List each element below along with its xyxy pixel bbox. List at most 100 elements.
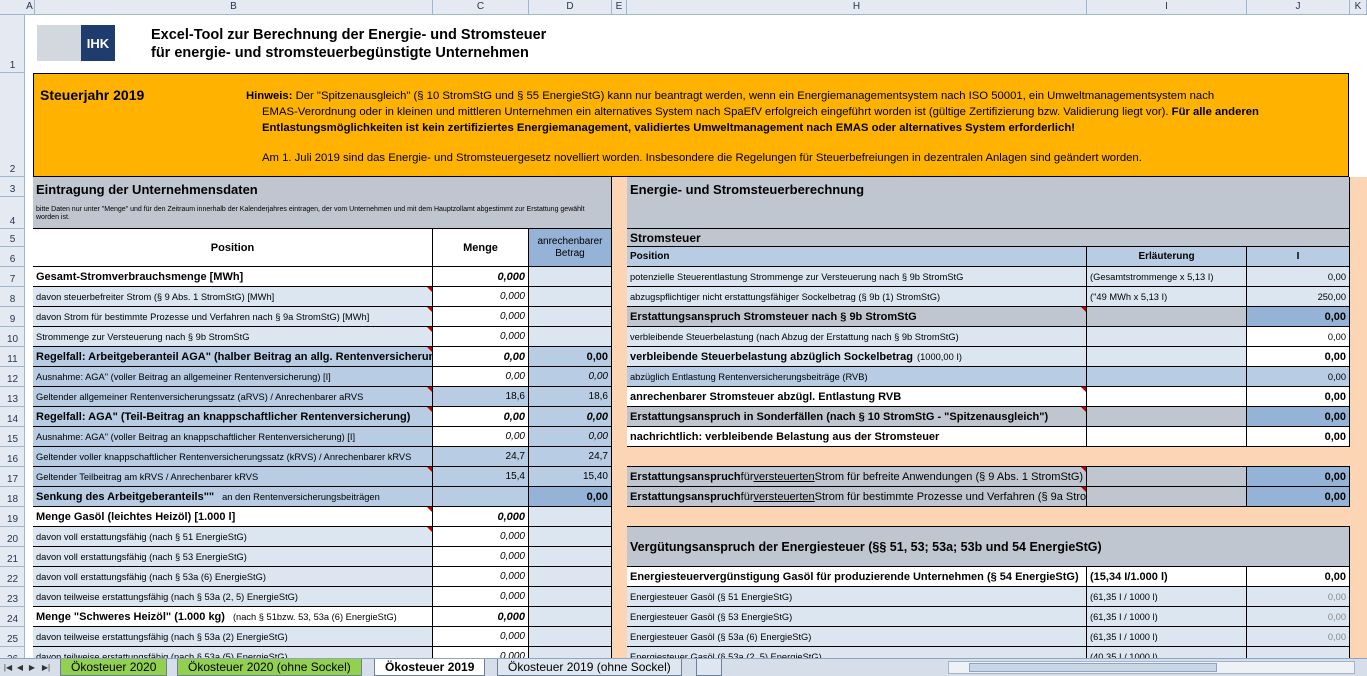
row-header[interactable]: 9	[0, 307, 24, 327]
calc-label-mid: für	[740, 470, 754, 483]
hint-text-1: Der "Spitzenausgleich" (§ 10 StromStG un…	[292, 90, 1215, 102]
row-header[interactable]: 17	[0, 467, 24, 487]
menge-input[interactable]: 0,000	[433, 507, 529, 527]
first-sheet-button[interactable]: |◀	[2, 661, 14, 674]
calc-label: verbleibende Steuerbelastung (nach Abzug…	[627, 327, 1087, 347]
menge-input[interactable]: 24,7	[433, 447, 529, 467]
calc-value: 0,00	[1247, 347, 1350, 367]
menge-input[interactable]: 0,00	[433, 427, 529, 447]
menge-input[interactable]: 0,000	[433, 287, 529, 307]
tab-oekosteuer-2019[interactable]: Ökosteuer 2019	[374, 659, 486, 676]
insert-sheet-icon[interactable]	[696, 659, 722, 676]
row-header[interactable]: 16	[0, 447, 24, 467]
calc-label: Energiesteuer Gasöl (§ 53a (2, 5) Energi…	[627, 647, 1087, 658]
menge-input[interactable]: 0,000	[433, 527, 529, 547]
column-header-k[interactable]: K	[1350, 0, 1367, 15]
tab-oekosteuer-2020-ohne-sockel[interactable]: Ökosteuer 2020 (ohne Sockel)	[177, 659, 362, 676]
prev-sheet-button[interactable]: ◀	[14, 661, 26, 674]
menge-input[interactable]: 0,000	[433, 547, 529, 567]
calc-label: nachrichtlich: verbleibende Belastung au…	[627, 427, 1087, 447]
last-sheet-button[interactable]: ▶|	[40, 661, 52, 674]
calc-value	[1247, 647, 1350, 658]
menge-input[interactable]: 0,000	[433, 607, 529, 627]
menge-input[interactable]: 0,000	[433, 567, 529, 587]
row-header[interactable]: 18	[0, 487, 24, 507]
row-header[interactable]: 19	[0, 507, 24, 527]
column-header-a[interactable]: A	[25, 0, 35, 15]
row-label-text: davon voll erstattungsfähig (nach § 51 E…	[36, 531, 247, 542]
calc-value: 0,00	[1247, 407, 1350, 427]
menge-input[interactable]: 0,00	[433, 407, 529, 427]
table-row: davon teilweise erstattungsfähig (nach §…	[33, 587, 612, 607]
row-header[interactable]: 4	[0, 197, 24, 229]
row-header[interactable]: 5	[0, 229, 24, 247]
column-header-j[interactable]: J	[1247, 0, 1350, 15]
calc-value: 0,00	[1247, 387, 1350, 407]
row-header[interactable]: 15	[0, 427, 24, 447]
row-header[interactable]: 26	[0, 647, 24, 658]
row-header[interactable]: 8	[0, 287, 24, 307]
menge-input[interactable]: 0,000	[433, 647, 529, 658]
row-header[interactable]: 12	[0, 367, 24, 387]
next-sheet-button[interactable]: ▶	[26, 661, 38, 674]
betrag-value	[529, 307, 612, 327]
table-row	[627, 447, 1350, 467]
row-header[interactable]: 7	[0, 267, 24, 287]
menge-input[interactable]: 0,00	[433, 367, 529, 387]
tab-oekosteuer-2019-ohne-sockel[interactable]: Ökosteuer 2019 (ohne Sockel)	[497, 659, 682, 676]
betrag-value	[529, 587, 612, 607]
column-header-i[interactable]: I	[1087, 0, 1247, 15]
table-row: abzüglich Entlastung Rentenversicherungs…	[627, 367, 1350, 387]
calc-label: potenzielle Steuerentlastung Strommenge …	[627, 267, 1087, 287]
table-row: Menge Gasöl (leichtes Heizöl) [1.000 l] 0…	[33, 507, 612, 527]
column-header-h[interactable]: H	[627, 0, 1087, 15]
calc-label: abzüglich Entlastung Rentenversicherungs…	[627, 367, 1087, 387]
row-header[interactable]: 23	[0, 587, 24, 607]
row-header[interactable]: 22	[0, 567, 24, 587]
row-label: davon steuerbefreiter Strom (§ 9 Abs. 1 …	[33, 287, 433, 307]
menge-input[interactable]: 18,6	[433, 387, 529, 407]
column-header-d[interactable]: D	[529, 0, 612, 15]
row-header[interactable]: 3	[0, 177, 24, 197]
menge-input[interactable]: 0,000	[433, 587, 529, 607]
column-header-c[interactable]: C	[433, 0, 529, 15]
header-position: Position	[33, 229, 433, 267]
row-header[interactable]: 10	[0, 327, 24, 347]
row-header[interactable]: 13	[0, 387, 24, 407]
tab-oekosteuer-2020[interactable]: Ökosteuer 2020	[60, 659, 168, 676]
calc-label-text: abzugspflichtiger nicht erstattungsfähig…	[630, 291, 941, 302]
row-header[interactable]: 2	[0, 73, 24, 177]
menge-input[interactable]: 0,000	[433, 327, 529, 347]
row-header[interactable]: 21	[0, 547, 24, 567]
column-header-b[interactable]: B	[35, 0, 433, 15]
menge-input[interactable]: 0,00	[433, 347, 529, 367]
calc-explanation: ("49 MWh x 5,13 I)	[1087, 287, 1247, 307]
row-header[interactable]: 25	[0, 627, 24, 647]
row-label: Ausnahme: AGA" (voller Beitrag an allgem…	[33, 367, 433, 387]
column-header-e[interactable]: E	[612, 0, 627, 15]
horizontal-scrollbar[interactable]	[948, 661, 1355, 674]
right-header-position: Position	[627, 247, 1087, 267]
row-header[interactable]: 6	[0, 247, 24, 267]
scrollbar-thumb[interactable]	[969, 663, 1217, 672]
betrag-value	[529, 287, 612, 307]
menge-input[interactable]: 15,4	[433, 467, 529, 487]
table-row: Regelfall: AGA" (Teil-Beitrag an knappsc…	[33, 407, 612, 427]
row-label-text: Ausnahme: AGA" (voller Beitrag an knapps…	[36, 431, 356, 442]
tax-year: Steuerjahr 2019	[40, 87, 145, 103]
menge-input[interactable]	[433, 487, 529, 507]
menge-input[interactable]: 0,000	[433, 627, 529, 647]
row-header[interactable]: 1	[0, 15, 24, 73]
calc-explanation	[1087, 407, 1247, 427]
calc-explanation	[1087, 387, 1247, 407]
row-header[interactable]: 11	[0, 347, 24, 367]
table-row: potenzielle Steuerentlastung Strommenge …	[627, 267, 1350, 287]
hint-text-2: EMAS-Verordnung oder in kleinen und mitt…	[262, 106, 1169, 118]
menge-input[interactable]: 0,000	[433, 307, 529, 327]
hint-banner[interactable]: Steuerjahr 2019 Hinweis: Der "Spitzenaus…	[33, 73, 1349, 177]
row-header[interactable]: 20	[0, 527, 24, 547]
row-header[interactable]: 24	[0, 607, 24, 627]
row-header[interactable]: 14	[0, 407, 24, 427]
calc-value: 0,00	[1247, 267, 1350, 287]
menge-input[interactable]: 0,000	[433, 267, 529, 287]
